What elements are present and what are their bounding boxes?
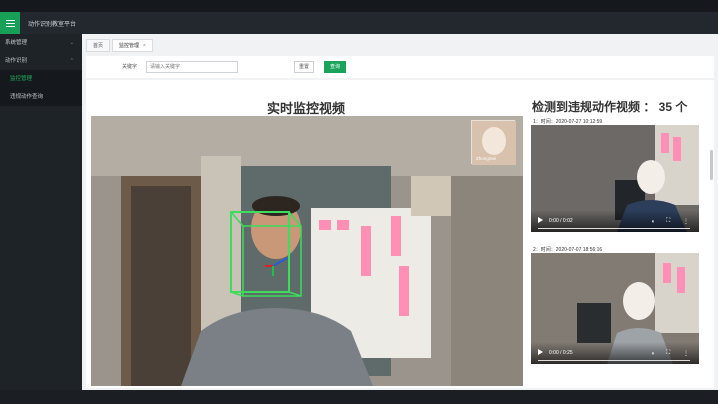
search-button[interactable]: 查询: [324, 61, 346, 73]
volume-icon[interactable]: ◖: [651, 219, 655, 225]
more-options-icon[interactable]: ⋮: [683, 350, 689, 357]
tab-label: 监控管理: [119, 43, 140, 49]
main-content: 首页 监控管理× 关键字 重置 查询 实时监控视频: [82, 34, 718, 390]
detection-label: 2：时间：2020-07-07 18:56:16: [533, 247, 603, 253]
keyword-input[interactable]: [146, 61, 238, 73]
video-controls: 0:00 / 0:25 ◖ ⛶ ⋮: [531, 342, 699, 364]
sidebar-item-label: 监控管理: [10, 76, 33, 82]
video-time: 0:00 / 0:02: [549, 218, 573, 224]
detections-title: 检测到违规动作视频 ： 35 个: [532, 100, 688, 114]
detections-scrollbar[interactable]: [710, 150, 713, 180]
sidebar-item-violations[interactable]: 违规动作查询: [0, 88, 82, 106]
detection-video[interactable]: 0:00 / 0:25 ◖ ⛶ ⋮: [531, 253, 699, 364]
pip-video[interactable]: Zhongmei: [471, 120, 516, 165]
app-title: 动作识别教室平台: [28, 22, 77, 28]
live-video[interactable]: Zhongmei: [91, 116, 523, 386]
sidebar-item-label: 违规动作查询: [10, 94, 44, 100]
detections-list: 1：时间：2020-07-27 10:12:59 0:00 / 0:02 ◖ ⛶: [530, 114, 710, 386]
bottom-strip: [0, 390, 718, 404]
pip-label: Zhongmei: [476, 156, 497, 161]
reset-button[interactable]: 重置: [294, 61, 314, 73]
tab-bar: 首页 监控管理 ×: [86, 39, 153, 52]
sidebar-item-action-recognition[interactable]: 动作识别 ⌃: [0, 52, 82, 70]
sidebar-item-label: 动作识别: [5, 58, 28, 64]
video-controls: 0:00 / 0:02 ◖ ⛶ ⋮: [531, 210, 699, 232]
volume-icon[interactable]: ◖: [651, 351, 655, 357]
fullscreen-icon[interactable]: ⛶: [666, 350, 670, 357]
sidebar: 系统管理 ⌄ 动作识别 ⌃ 监控管理 违规动作查询: [0, 34, 82, 390]
chevron-up-icon: ⌃: [69, 58, 74, 64]
live-video-title: 实时监控视频: [266, 101, 345, 116]
detection-video[interactable]: 0:00 / 0:02 ◖ ⛶ ⋮: [531, 125, 699, 232]
sidebar-item-monitor[interactable]: 监控管理: [0, 70, 82, 88]
play-icon[interactable]: [538, 217, 543, 223]
filter-bar: 关键字 重置 查询: [86, 56, 714, 78]
video-progress-bar[interactable]: [538, 360, 690, 361]
top-strip: [0, 0, 718, 12]
sidebar-item-system[interactable]: 系统管理 ⌄: [0, 34, 82, 52]
fullscreen-icon[interactable]: ⛶: [666, 218, 670, 225]
keyword-label: 关键字: [122, 64, 138, 70]
more-options-icon[interactable]: ⋮: [683, 218, 689, 225]
monitor-panel: 实时监控视频 Zhongmei 检测到违规动作视频 ： 35 个 1：时间：20…: [86, 80, 714, 388]
sidebar-submenu: 监控管理 违规动作查询: [0, 70, 82, 106]
video-progress-bar[interactable]: [538, 228, 690, 229]
tab-home[interactable]: 首页: [86, 39, 111, 52]
detection-label: 1：时间：2020-07-27 10:12:59: [533, 119, 603, 125]
top-bar: 动作识别教室平台: [0, 12, 718, 34]
sidebar-item-label: 系统管理: [5, 40, 28, 46]
tab-monitor[interactable]: 监控管理 ×: [112, 39, 153, 52]
live-video-frame: [91, 116, 523, 386]
tab-label: 首页: [93, 43, 104, 49]
close-icon[interactable]: ×: [143, 43, 146, 49]
play-icon[interactable]: [538, 349, 543, 355]
video-time: 0:00 / 0:25: [549, 350, 573, 356]
menu-toggle-icon[interactable]: [0, 12, 20, 34]
chevron-down-icon: ⌄: [69, 40, 74, 46]
